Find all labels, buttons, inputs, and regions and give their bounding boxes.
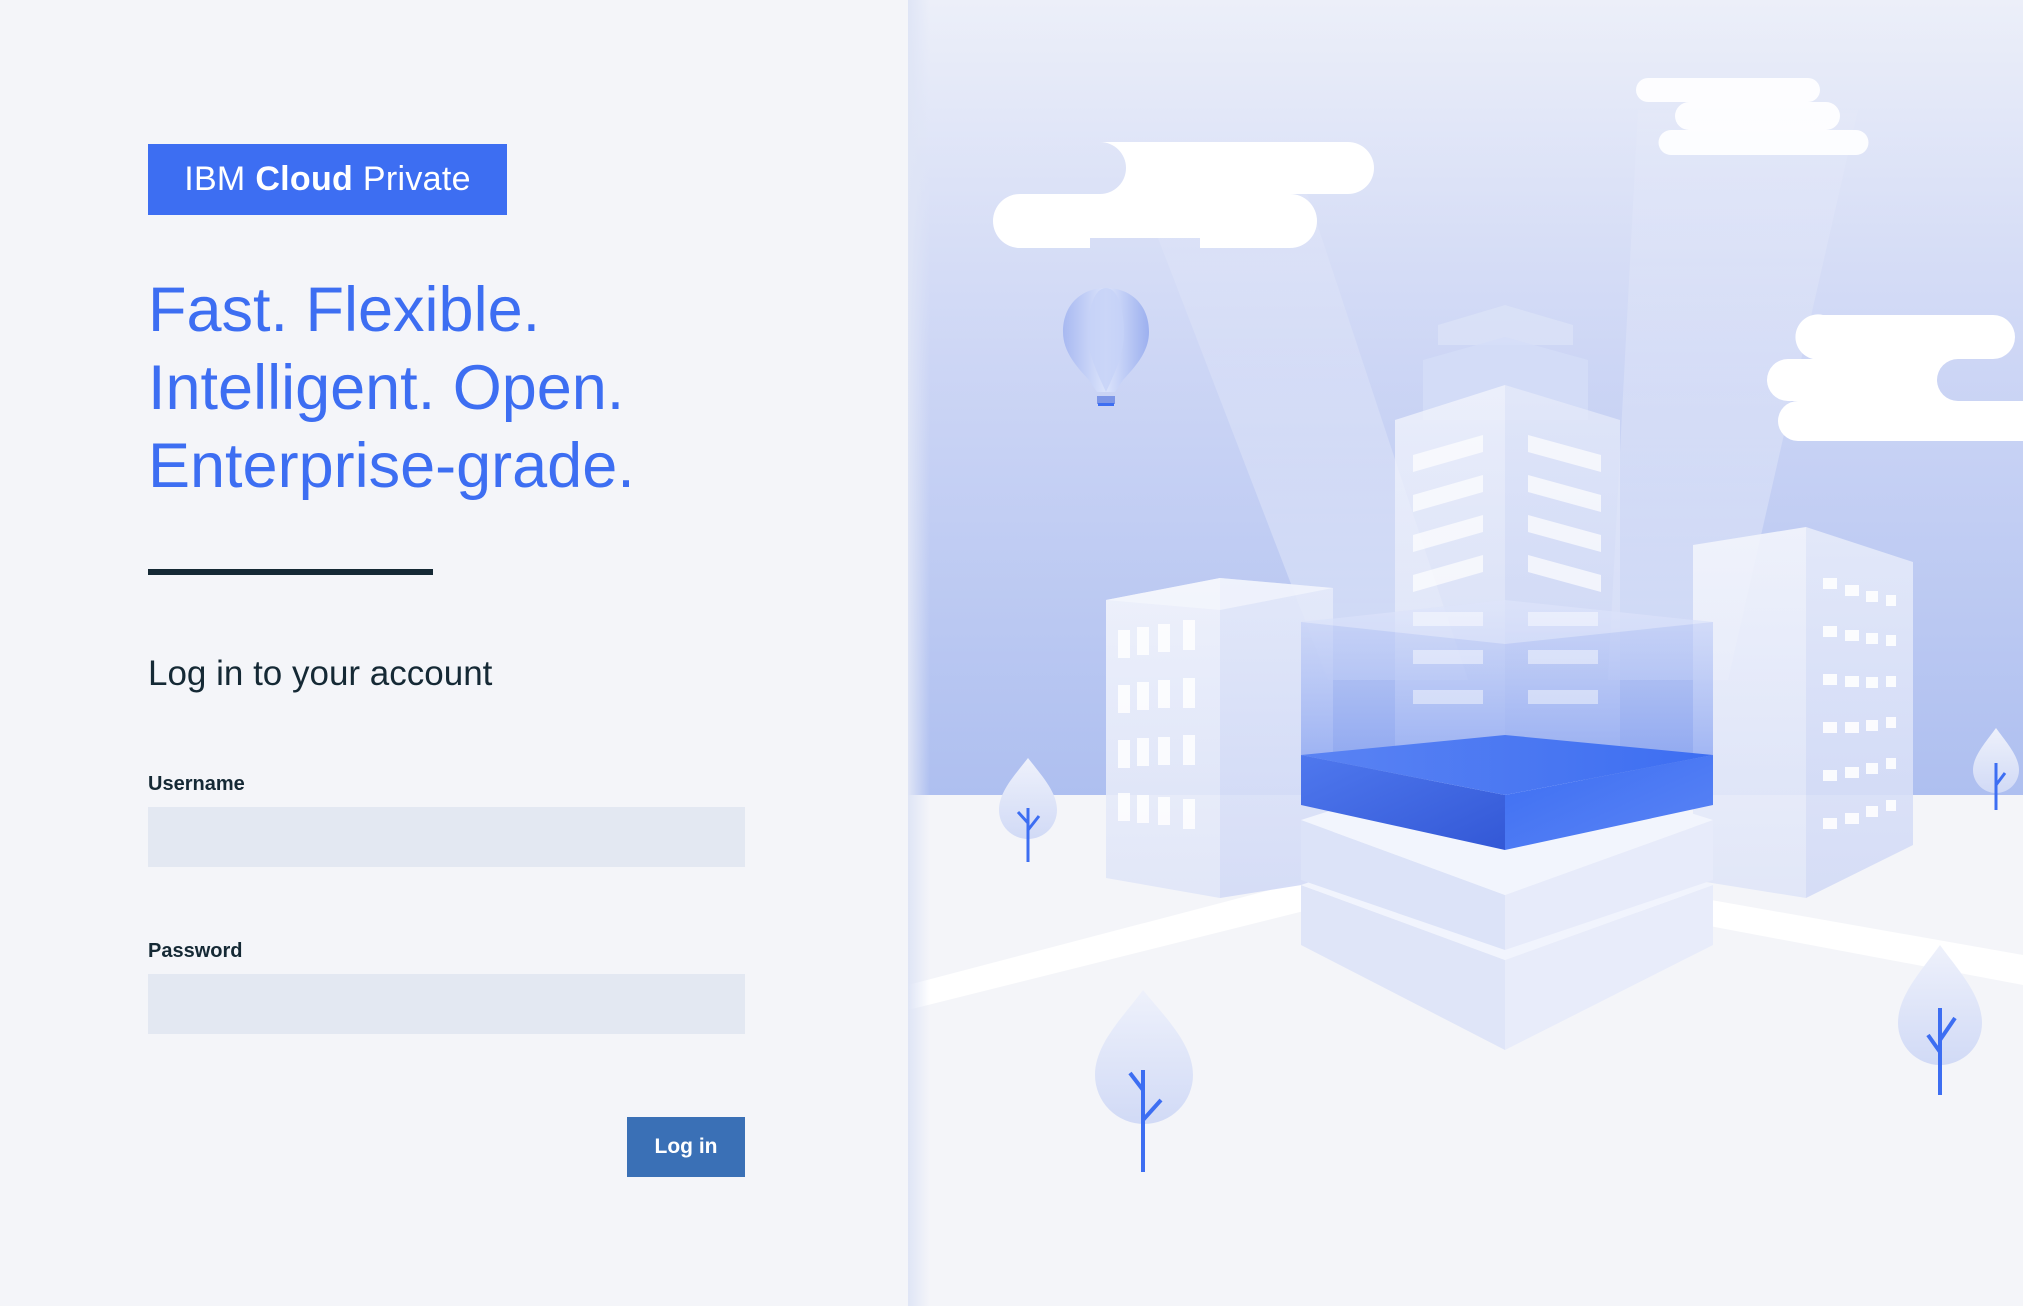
tagline-line: Intelligent. Open. (148, 353, 625, 423)
login-heading: Log in to your account (148, 654, 493, 693)
password-input[interactable] (148, 974, 745, 1034)
username-input[interactable] (148, 807, 745, 867)
divider-rule (148, 569, 433, 575)
building-icon (1106, 578, 1333, 898)
login-panel: IBM Cloud Private Fast. Flexible. Intell… (0, 0, 908, 1306)
tagline-line: Enterprise-grade. (148, 431, 635, 501)
username-label: Username (148, 773, 245, 795)
logo-brand: IBM (184, 160, 246, 198)
logo-product-bold: Cloud (255, 160, 354, 198)
password-label: Password (148, 940, 243, 962)
tagline-line: Fast. Flexible. (148, 275, 541, 345)
building-icon (1693, 527, 1913, 898)
tagline: Fast. Flexible. Intelligent. Open. Enter… (148, 271, 635, 505)
logo-product-rest: Private (362, 160, 471, 198)
panel-divider (908, 0, 930, 1306)
city-illustration (908, 0, 2023, 1306)
ibm-cloud-private-logo: IBM Cloud Private (148, 144, 507, 215)
login-button[interactable]: Log in (627, 1117, 745, 1177)
